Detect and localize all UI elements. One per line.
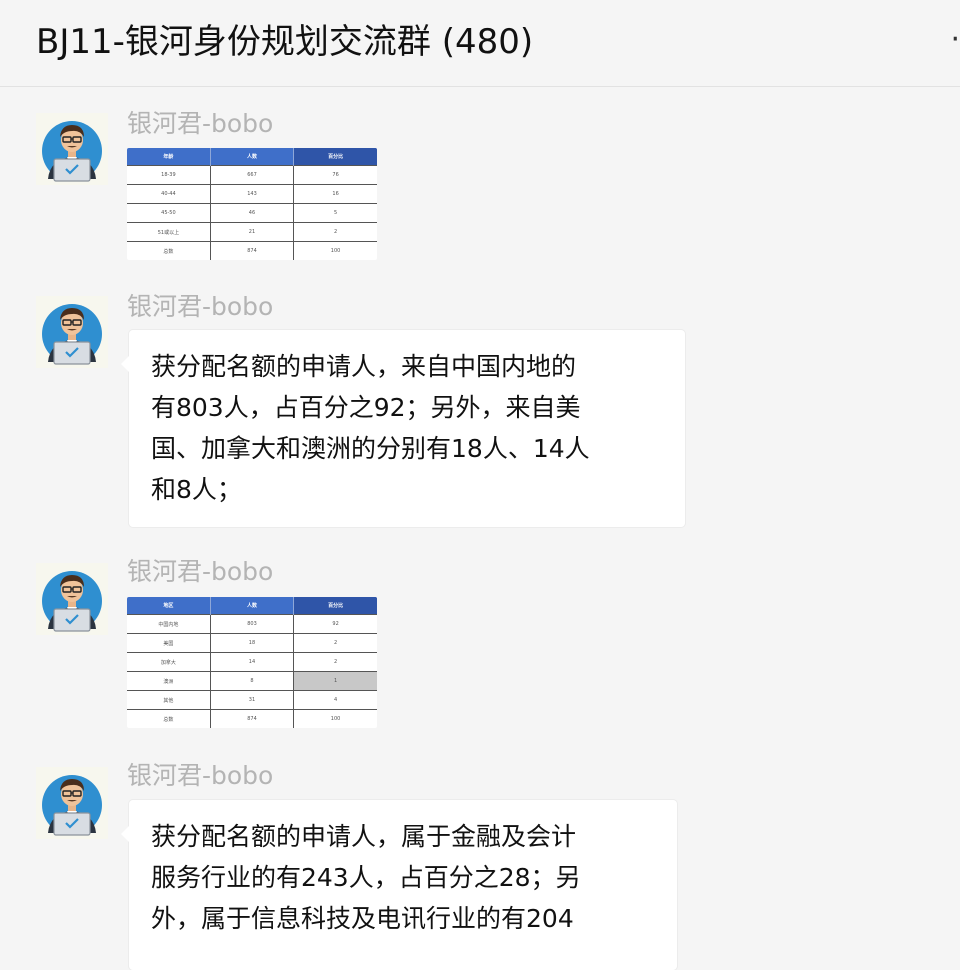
table-cell: 40-44 xyxy=(127,184,211,204)
text-message-bubble[interactable]: 获分配名额的申请人，来自中国内地的 有803人，占百分之92；另外，来自美 国、… xyxy=(121,330,685,527)
table-cell: 18-39 xyxy=(127,165,211,185)
table-cell: 51或以上 xyxy=(127,222,211,242)
table-row: 45-50 46 5 xyxy=(127,203,377,223)
sender-name: 银河君-bobo xyxy=(127,557,274,586)
message-text-line: 国、加拿大和澳洲的分别有18人、14人 xyxy=(151,434,590,463)
table-cell: 美国 xyxy=(127,633,211,653)
table-row: 澳洲 8 1 xyxy=(127,671,377,691)
table-cell: 中国内地 xyxy=(127,614,211,634)
businessman-laptop-avatar-icon[interactable] xyxy=(36,113,108,185)
message-text-line: 获分配名额的申请人，来自中国内地的 xyxy=(151,352,577,381)
table-header-cell: 人数 xyxy=(210,148,295,166)
table-header-cell: 年龄 xyxy=(127,148,211,166)
table-cell: 100 xyxy=(293,241,377,260)
table-cell: 45-50 xyxy=(127,203,211,223)
image-message-age-table[interactable]: 年龄 人数 百分比 18-39 667 76 40-44 143 16 45-5… xyxy=(127,148,377,260)
table-row: 总数 874 100 xyxy=(127,241,377,260)
table-row: 18-39 667 76 xyxy=(127,165,377,185)
table-header-cell: 百分比 xyxy=(293,148,377,166)
table-row: 总数 874 100 xyxy=(127,709,377,728)
businessman-laptop-avatar-icon[interactable] xyxy=(36,767,108,839)
table-row: 中国内地 803 92 xyxy=(127,614,377,634)
table-cell: 2 xyxy=(293,652,377,672)
table-cell-highlighted: 1 xyxy=(293,671,377,691)
table-cell: 21 xyxy=(210,222,295,242)
table-cell: 其他 xyxy=(127,690,211,710)
table-cell: 667 xyxy=(210,165,295,185)
table-cell: 2 xyxy=(293,633,377,653)
table-cell: 加拿大 xyxy=(127,652,211,672)
table-cell: 92 xyxy=(293,614,377,634)
region-table: 地区 人数 百分比 中国内地 803 92 美国 18 2 加拿大 14 2 澳… xyxy=(127,597,377,728)
businessman-laptop-avatar-icon[interactable] xyxy=(36,296,108,368)
table-cell: 总数 xyxy=(127,241,211,260)
table-cell: 143 xyxy=(210,184,295,204)
table-cell: 8 xyxy=(210,671,295,691)
table-row: 51或以上 21 2 xyxy=(127,222,377,242)
table-cell: 14 xyxy=(210,652,295,672)
chat-title: BJ11-银河身份规划交流群 (480) xyxy=(36,22,534,62)
message-text-line: 获分配名额的申请人，属于金融及会计 xyxy=(151,822,577,851)
table-row: 40-44 143 16 xyxy=(127,184,377,204)
table-header-cell: 人数 xyxy=(210,597,295,615)
table-cell: 澳洲 xyxy=(127,671,211,691)
table-cell: 31 xyxy=(210,690,295,710)
table-header-row: 年龄 人数 百分比 xyxy=(127,148,377,166)
table-cell: 5 xyxy=(293,203,377,223)
chat-header: BJ11-银河身份规划交流群 (480) · xyxy=(0,0,960,87)
table-cell: 4 xyxy=(293,690,377,710)
table-cell: 100 xyxy=(293,709,377,728)
table-cell: 16 xyxy=(293,184,377,204)
more-icon[interactable]: · xyxy=(950,22,960,57)
table-cell: 874 xyxy=(210,709,295,728)
age-table: 年龄 人数 百分比 18-39 667 76 40-44 143 16 45-5… xyxy=(127,148,377,260)
businessman-laptop-avatar-icon[interactable] xyxy=(36,563,108,635)
sender-name: 银河君-bobo xyxy=(127,292,274,321)
table-cell: 874 xyxy=(210,241,295,260)
table-row: 加拿大 14 2 xyxy=(127,652,377,672)
message-text-line: 和8人； xyxy=(151,475,242,504)
table-row: 美国 18 2 xyxy=(127,633,377,653)
table-header-cell: 地区 xyxy=(127,597,211,615)
table-row: 其他 31 4 xyxy=(127,690,377,710)
table-cell: 46 xyxy=(210,203,295,223)
sender-name: 银河君-bobo xyxy=(127,109,274,138)
table-cell: 2 xyxy=(293,222,377,242)
table-cell: 总数 xyxy=(127,709,211,728)
sender-name: 银河君-bobo xyxy=(127,761,274,790)
message-text-line: 有803人，占百分之92；另外，来自美 xyxy=(151,393,581,422)
image-message-region-table[interactable]: 地区 人数 百分比 中国内地 803 92 美国 18 2 加拿大 14 2 澳… xyxy=(127,597,377,728)
text-message-bubble[interactable]: 获分配名额的申请人，属于金融及会计 服务行业的有243人，占百分之28；另 外，… xyxy=(121,800,677,970)
message-text-line: 外，属于信息科技及电讯行业的有204 xyxy=(151,904,574,933)
table-cell: 76 xyxy=(293,165,377,185)
table-header-row: 地区 人数 百分比 xyxy=(127,597,377,615)
message-text-line: 服务行业的有243人，占百分之28；另 xyxy=(151,863,581,892)
table-header-cell: 百分比 xyxy=(293,597,377,615)
table-cell: 803 xyxy=(210,614,295,634)
table-cell: 18 xyxy=(210,633,295,653)
